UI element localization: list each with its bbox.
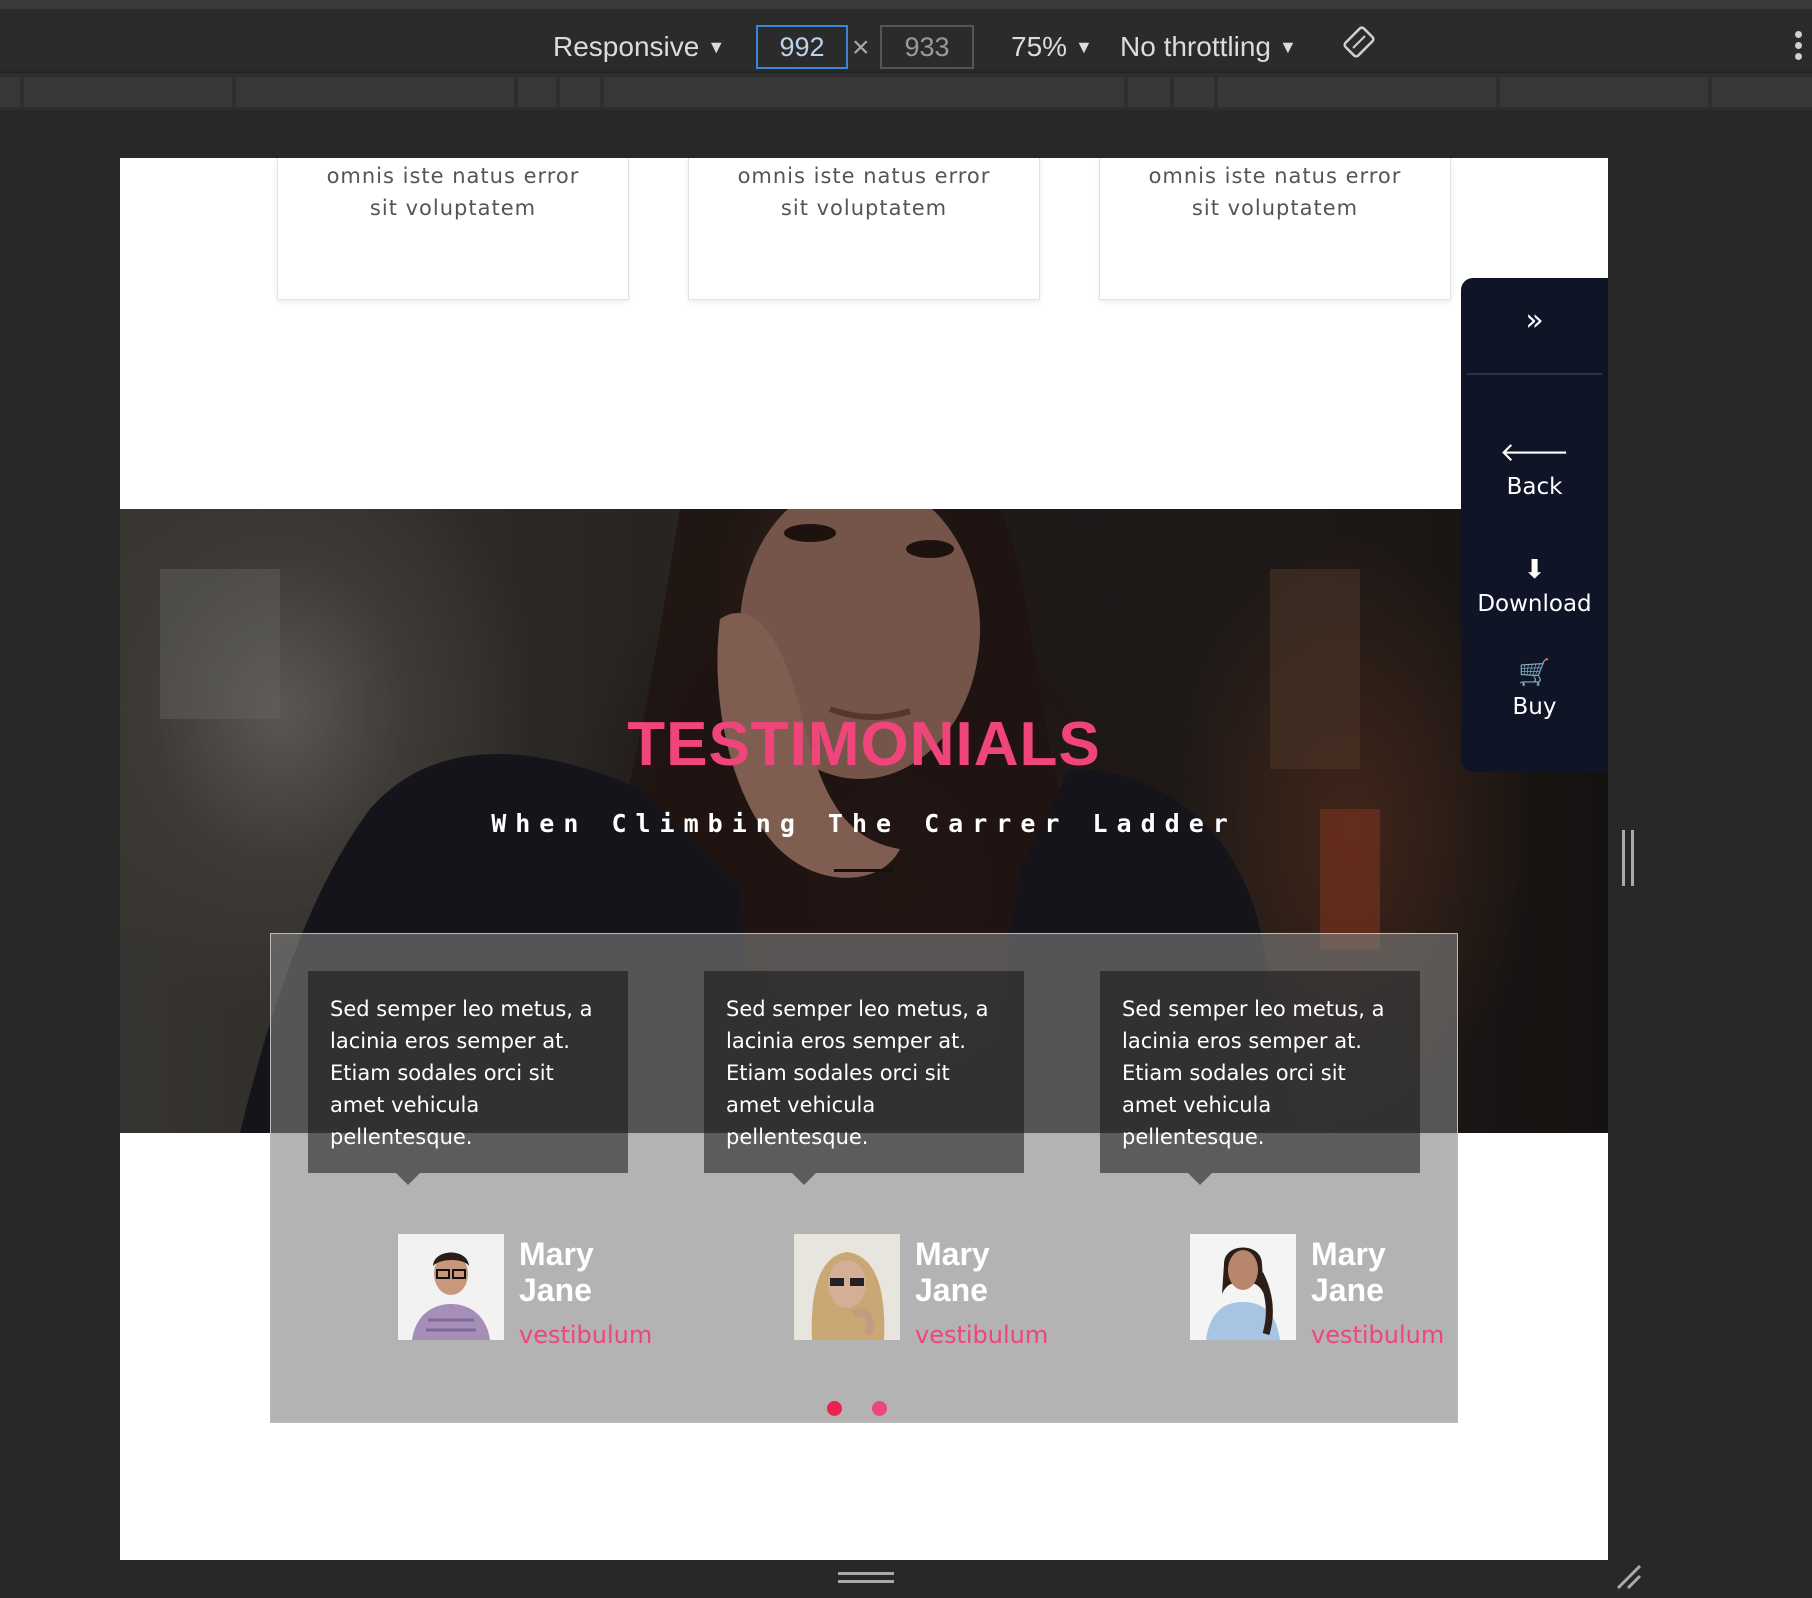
zoom-select-label: 75%: [1011, 31, 1068, 62]
devtools-device-toolbar: Responsive ▼ 992 × 933 75% ▼ No throttling…: [0, 0, 1812, 70]
width-input[interactable]: 992: [756, 25, 848, 69]
testimonial-quote-text: Sed semper leo metus, a lacinia eros sem…: [330, 997, 593, 1149]
throttling-select-label: No throttling: [1120, 31, 1271, 62]
person-name: Mary Jane: [519, 1236, 594, 1308]
avatar: [398, 1234, 504, 1340]
chevron-down-icon: ▼: [707, 37, 726, 57]
testimonial-quote: Sed semper leo metus, a lacinia eros sem…: [308, 971, 628, 1185]
testimonial-quote-text: Sed semper leo metus, a lacinia eros sem…: [726, 997, 989, 1149]
service-card-text: omnis iste natus error: [737, 164, 991, 188]
download-button[interactable]: ⬇ Download: [1461, 555, 1608, 617]
service-card: omnis iste natus error sit voluptatem: [688, 158, 1040, 300]
viewport-resize-handle-right[interactable]: [1622, 830, 1638, 886]
testimonial-quote: Sed semper leo metus, a lacinia eros sem…: [704, 971, 1024, 1185]
ruler-segment[interactable]: [0, 77, 20, 107]
person-role: vestibulum: [519, 1321, 653, 1349]
rotate-icon[interactable]: [1342, 25, 1376, 59]
person-role: vestibulum: [915, 1321, 1049, 1349]
title-divider: [834, 869, 894, 872]
slider-dot-active[interactable]: [827, 1401, 842, 1416]
cart-icon: 🛒: [1518, 658, 1551, 688]
person-last-name: Jane: [915, 1272, 988, 1308]
ruler-segment[interactable]: [560, 77, 600, 107]
viewport-resize-handle-bottom[interactable]: [838, 1572, 894, 1586]
ruler-segment[interactable]: [604, 77, 1124, 107]
person-first-name: Mary: [915, 1236, 990, 1272]
section-subtitle: When Climbing The Carrer Ladder: [491, 809, 1237, 838]
buy-label: Buy: [1512, 694, 1557, 720]
ruler-segment[interactable]: [1218, 77, 1496, 107]
floating-side-panel: » 🡐 Back ⬇ Download 🛒 Buy: [1461, 278, 1608, 772]
arrow-left-icon: 🡐: [1499, 438, 1570, 468]
resize-corner-icon[interactable]: [1614, 1562, 1644, 1592]
ruler-segment[interactable]: [1174, 77, 1214, 107]
quote-pointer: [1188, 1173, 1212, 1185]
service-card: omnis iste natus error sit voluptatem: [277, 158, 629, 300]
service-card-text: sit voluptatem: [780, 196, 948, 220]
service-card-text: sit voluptatem: [369, 196, 537, 220]
testimonial-quote-text: Sed semper leo metus, a lacinia eros sem…: [1122, 997, 1385, 1149]
testimonial-quote: Sed semper leo metus, a lacinia eros sem…: [1100, 971, 1420, 1185]
quote-pointer: [396, 1173, 420, 1185]
person-name: Mary Jane: [915, 1236, 990, 1308]
slider-dot[interactable]: [872, 1401, 887, 1416]
dimension-separator: ×: [852, 31, 870, 64]
service-card: omnis iste natus error sit voluptatem: [1099, 158, 1451, 300]
person-name: Mary Jane: [1311, 1236, 1386, 1308]
panel-divider: [1467, 373, 1602, 375]
person-last-name: Jane: [1311, 1272, 1384, 1308]
throttling-select[interactable]: No throttling ▼: [1120, 27, 1297, 67]
service-card-text: sit voluptatem: [1191, 196, 1359, 220]
ruler-segment[interactable]: [1128, 77, 1170, 107]
chevron-down-icon: ▼: [1075, 37, 1093, 57]
more-vertical-icon[interactable]: [1792, 31, 1804, 67]
back-label: Back: [1506, 474, 1563, 500]
avatar: [1190, 1234, 1296, 1340]
download-icon: ⬇: [1523, 555, 1546, 585]
device-select[interactable]: Responsive ▼: [553, 27, 725, 67]
ruler-segment[interactable]: [1500, 77, 1708, 107]
ruler-segment[interactable]: [1712, 77, 1812, 107]
section-title: TESTIMONIALS: [627, 710, 1101, 779]
ruler-segment[interactable]: [24, 77, 232, 107]
device-select-label: Responsive: [553, 31, 700, 62]
ruler-segment[interactable]: [236, 77, 514, 107]
download-label: Download: [1477, 591, 1592, 617]
buy-button[interactable]: 🛒 Buy: [1461, 658, 1608, 720]
zoom-select[interactable]: 75% ▼: [1011, 27, 1093, 67]
back-button[interactable]: 🡐 Back: [1461, 438, 1608, 500]
height-input[interactable]: 933: [880, 25, 974, 69]
avatar: [794, 1234, 900, 1340]
person-first-name: Mary: [1311, 1236, 1386, 1272]
collapse-panel-icon[interactable]: »: [1461, 303, 1608, 338]
testimonial-slider: Sed semper leo metus, a lacinia eros sem…: [270, 933, 1458, 1423]
service-card-text: omnis iste natus error: [1148, 164, 1402, 188]
chevron-down-icon: ▼: [1278, 37, 1297, 57]
service-card-text: omnis iste natus error: [326, 164, 580, 188]
person-role: vestibulum: [1311, 1321, 1445, 1349]
emulated-viewport: omnis iste natus error sit voluptatem om…: [120, 158, 1608, 1560]
media-query-ruler: [0, 72, 1812, 110]
person-first-name: Mary: [519, 1236, 594, 1272]
person-last-name: Jane: [519, 1272, 592, 1308]
quote-pointer: [792, 1173, 816, 1185]
ruler-segment[interactable]: [518, 77, 556, 107]
